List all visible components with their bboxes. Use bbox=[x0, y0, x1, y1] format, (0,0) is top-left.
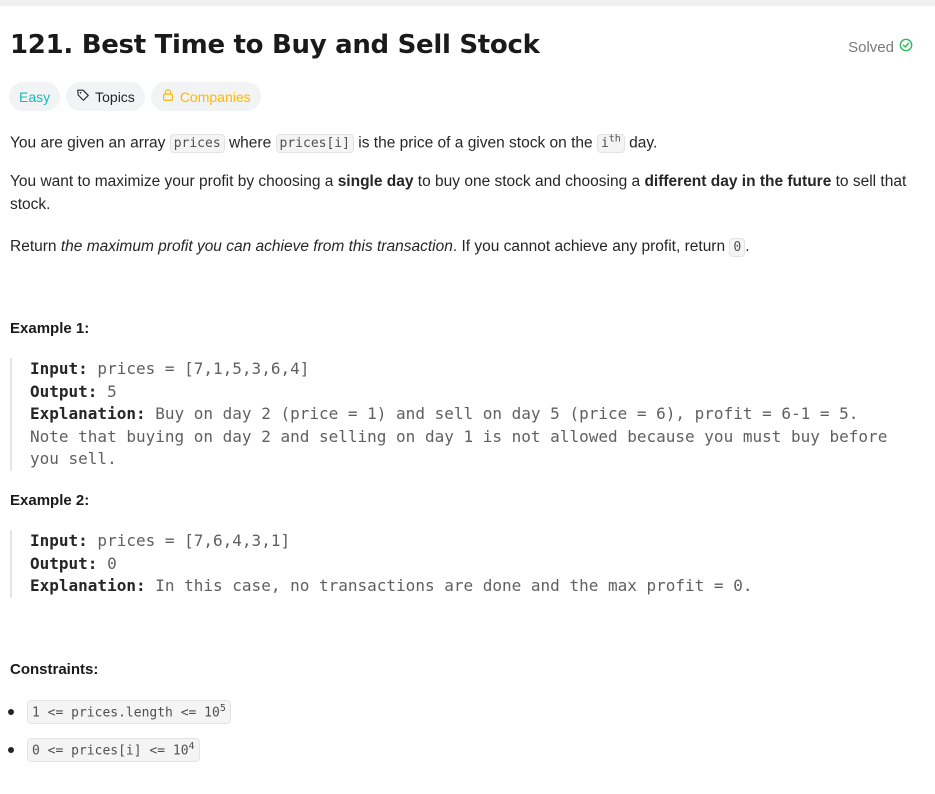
solved-label: Solved bbox=[848, 38, 894, 56]
inline-code: prices bbox=[169, 134, 225, 154]
example-2-block: Input: prices = [7,6,4,3,1] Output: 0 Ex… bbox=[10, 530, 925, 598]
inline-code: prices[i] bbox=[275, 134, 354, 154]
lock-icon bbox=[161, 88, 175, 105]
check-circle-icon bbox=[899, 38, 913, 56]
constraints-list: 1 <= prices.length <= 105 0 <= prices[i]… bbox=[0, 693, 231, 769]
difficulty-label: Easy bbox=[19, 88, 51, 105]
tag-icon bbox=[76, 88, 90, 105]
bullet bbox=[8, 709, 14, 715]
companies-button[interactable]: Companies bbox=[150, 82, 261, 111]
description-paragraph-2: You want to maximize your profit by choo… bbox=[10, 173, 907, 213]
inline-code: ith bbox=[596, 134, 625, 154]
example-1-title: Example 1: bbox=[10, 320, 90, 337]
solved-status: Solved bbox=[848, 38, 913, 56]
example-1-block: Input: prices = [7,1,5,3,6,4] Output: 5 … bbox=[10, 358, 925, 471]
problem-title: 121. Best Time to Buy and Sell Stock bbox=[10, 30, 540, 60]
difficulty-badge: Easy bbox=[9, 82, 61, 111]
description-paragraph-3: Return the maximum profit you can achiev… bbox=[10, 238, 750, 257]
constraint-code: 0 <= prices[i] <= 104 bbox=[27, 738, 200, 762]
inline-code: 0 bbox=[729, 238, 746, 257]
top-divider bbox=[0, 0, 935, 6]
topics-button[interactable]: Topics bbox=[66, 82, 145, 111]
constraints-title: Constraints: bbox=[10, 661, 99, 678]
example-2-title: Example 2: bbox=[10, 492, 90, 509]
bullet bbox=[8, 747, 14, 753]
constraint-item: 1 <= prices.length <= 105 bbox=[8, 693, 231, 731]
topics-label: Topics bbox=[95, 88, 135, 105]
description-paragraph-1: You are given an array prices where pric… bbox=[10, 134, 658, 154]
constraint-item: 0 <= prices[i] <= 104 bbox=[8, 731, 231, 769]
companies-label: Companies bbox=[179, 88, 251, 105]
constraint-code: 1 <= prices.length <= 105 bbox=[27, 700, 231, 724]
tag-row: Easy Topics Companies bbox=[9, 82, 261, 111]
